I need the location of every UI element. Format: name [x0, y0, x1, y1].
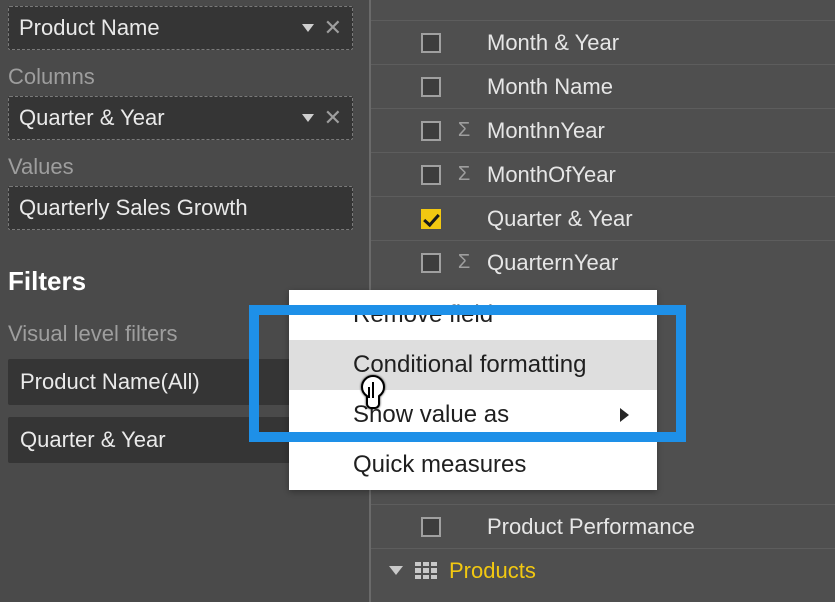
field-label: QuarternYear [487, 250, 618, 276]
values-field-label: Quarterly Sales Growth [19, 195, 302, 221]
submenu-arrow-icon [620, 408, 629, 422]
field-label: Quarter & Year [487, 206, 633, 232]
field-row[interactable]: Σ Product Performance [371, 504, 835, 548]
well-actions: ✕ [302, 197, 342, 219]
checkbox-icon[interactable] [421, 517, 441, 537]
values-label: Values [8, 154, 353, 180]
sigma-icon: Σ [455, 251, 473, 274]
field-row[interactable]: Σ QuarternYear [371, 240, 835, 284]
menu-label: Quick measures [353, 451, 526, 479]
field-row[interactable]: Σ Month Name [371, 64, 835, 108]
field-row[interactable]: Σ MonthnYear [371, 108, 835, 152]
field-label: Month Name [487, 74, 613, 100]
field-row[interactable]: Σ Quarter & Year [371, 196, 835, 240]
table-icon [415, 562, 437, 580]
filter-text: Product Name(All) [20, 369, 200, 395]
remove-icon[interactable]: ✕ [324, 107, 342, 129]
field-label: Month & Year [487, 30, 619, 56]
columns-well[interactable]: Quarter & Year ✕ [8, 96, 353, 140]
dropdown-icon[interactable] [302, 24, 314, 32]
field-row[interactable]: Σ Month & Year [371, 20, 835, 64]
menu-item-remove-field[interactable]: Remove field [289, 290, 657, 340]
rows-well[interactable]: Product Name ✕ [8, 6, 353, 50]
sigma-icon: Σ [455, 163, 473, 186]
menu-item-show-value-as[interactable]: Show value as [289, 390, 657, 440]
field-label: Product Performance [487, 514, 695, 540]
checkbox-icon[interactable] [421, 253, 441, 273]
well-actions: ✕ [302, 107, 342, 129]
checkbox-icon[interactable] [421, 33, 441, 53]
columns-label: Columns [8, 64, 353, 90]
table-name: Products [449, 558, 536, 584]
rows-field-label: Product Name [19, 15, 302, 41]
remove-icon[interactable]: ✕ [324, 17, 342, 39]
checkbox-icon[interactable] [421, 121, 441, 141]
checkbox-icon[interactable] [421, 77, 441, 97]
values-well[interactable]: Quarterly Sales Growth ✕ [8, 186, 353, 230]
menu-label: Show value as [353, 401, 509, 429]
columns-field-label: Quarter & Year [19, 105, 302, 131]
well-actions: ✕ [302, 17, 342, 39]
sigma-icon: Σ [455, 119, 473, 142]
menu-item-quick-measures[interactable]: Quick measures [289, 440, 657, 490]
menu-label: Conditional formatting [353, 351, 586, 379]
menu-item-conditional-formatting[interactable]: Conditional formatting [289, 340, 657, 390]
context-menu: Remove field Conditional formatting Show… [289, 290, 657, 490]
filter-text: Quarter & Year [20, 427, 166, 453]
checkbox-icon[interactable] [421, 209, 441, 229]
table-row[interactable]: Products [371, 548, 835, 592]
field-row[interactable] [371, 0, 835, 20]
checkbox-icon[interactable] [421, 165, 441, 185]
menu-label: Remove field [353, 301, 493, 329]
dropdown-icon[interactable] [302, 114, 314, 122]
field-label: MonthnYear [487, 118, 605, 144]
expand-icon[interactable] [389, 566, 403, 575]
field-row[interactable]: Σ MonthOfYear [371, 152, 835, 196]
field-label: MonthOfYear [487, 162, 616, 188]
